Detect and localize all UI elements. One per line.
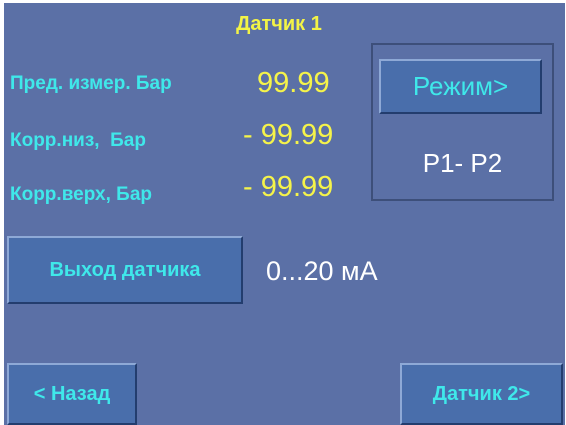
page-title: Датчик 1: [236, 13, 322, 35]
back-button[interactable]: < Назад: [7, 363, 137, 425]
corr-high-value[interactable]: - 99.99: [243, 171, 333, 204]
corr-low-value[interactable]: - 99.99: [243, 119, 333, 152]
sensor-output-button[interactable]: Выход датчика: [7, 236, 243, 304]
corr-high-label: Корр.верх, Бар: [10, 184, 152, 205]
sensor-settings-screen: Датчик 1 Пред. измер. Бар 99.99 Корр.низ…: [4, 3, 565, 425]
measure-limit-label: Пред. измер. Бар: [10, 73, 172, 94]
sensor-output-value: 0...20 мА: [266, 256, 378, 286]
mode-value: P1- P2: [422, 148, 503, 178]
corr-low-label: Корр.низ, Бар: [10, 130, 146, 151]
mode-button[interactable]: Режим>: [379, 59, 542, 114]
measure-limit-value[interactable]: 99.99: [257, 67, 330, 100]
next-sensor-button[interactable]: Датчик 2>: [400, 363, 563, 425]
